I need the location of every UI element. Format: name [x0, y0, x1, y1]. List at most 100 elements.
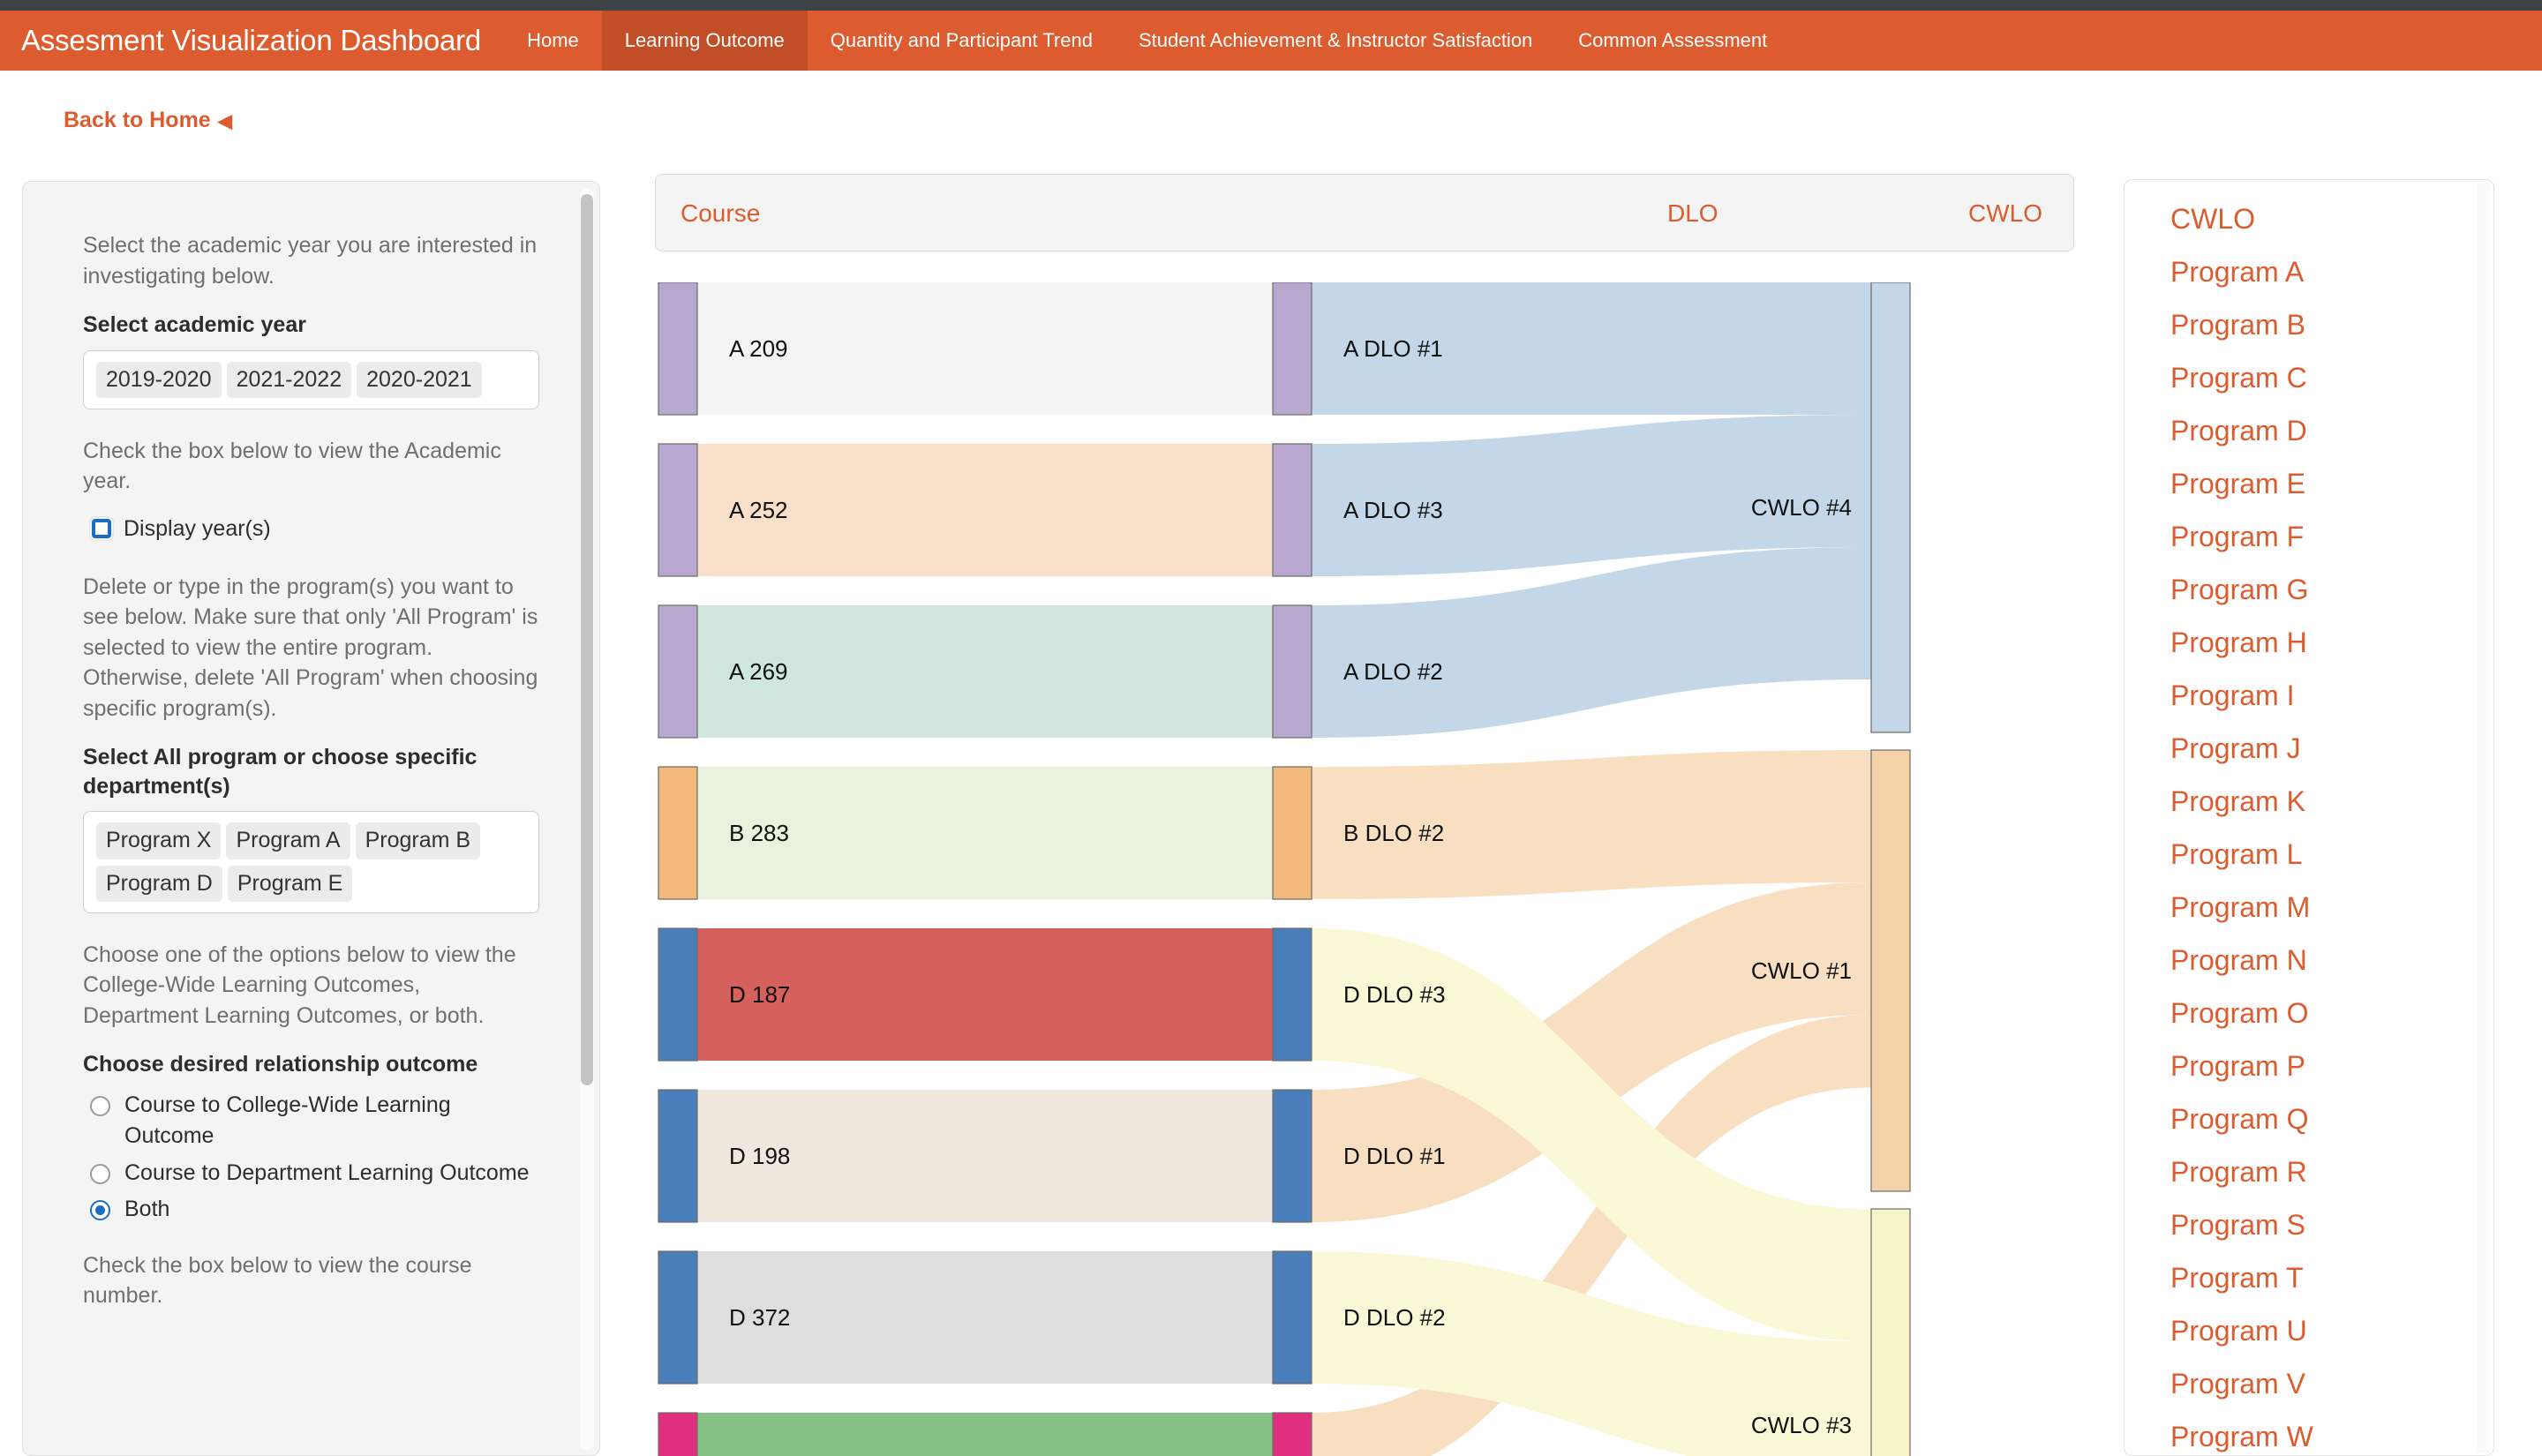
legend-item-cwlo[interactable]: CWLO: [2170, 205, 2493, 233]
sankey-diagram[interactable]: A 209A 252A 269B 283D 187D 198D 372E 389…: [655, 282, 2076, 1456]
radio-label-both: Both: [124, 1197, 170, 1222]
checkbox-icon[interactable]: [89, 516, 114, 542]
year-tag[interactable]: 2021-2022: [226, 361, 352, 398]
course-node[interactable]: [658, 927, 698, 1062]
course-label: D 372: [729, 1304, 790, 1331]
course-node[interactable]: [658, 1250, 698, 1385]
radio-icon[interactable]: [90, 1095, 110, 1116]
radio-option-course-to-cwlo[interactable]: Course to College-Wide Learning Outcome: [90, 1090, 539, 1152]
legend-item-program-v[interactable]: Program V: [2170, 1370, 2493, 1398]
legend-item-program-u[interactable]: Program U: [2170, 1317, 2493, 1345]
legend-scrollbar-track[interactable]: [2478, 184, 2490, 1453]
sankey-link-course-to-dlo[interactable]: [697, 1412, 1273, 1456]
legend-item-program-f[interactable]: Program F: [2170, 522, 2493, 551]
course-label: A 252: [729, 497, 788, 523]
cwlo-node[interactable]: [1870, 749, 1911, 1192]
legend-item-program-d[interactable]: Program D: [2170, 417, 2493, 445]
dlo-node[interactable]: [1272, 927, 1312, 1062]
cwlo-label: CWLO #4: [1751, 494, 1852, 521]
display-year-help-text: Check the box below to view the Academic…: [83, 438, 501, 494]
controls-sidebar: Select the academic year you are interes…: [22, 181, 600, 1456]
dlo-node[interactable]: [1272, 604, 1312, 739]
program-tag[interactable]: Program B: [355, 822, 481, 859]
academic-year-tag-input[interactable]: 2019-2020 2021-2022 2020-2021: [83, 349, 539, 409]
radio-option-both[interactable]: Both: [90, 1194, 539, 1226]
dlo-node[interactable]: [1272, 1412, 1312, 1456]
dlo-node[interactable]: [1272, 766, 1312, 900]
program-tag[interactable]: Program E: [227, 865, 353, 902]
course-label: D 187: [729, 981, 790, 1008]
nav-item-learning-outcome[interactable]: Learning Outcome: [601, 11, 808, 71]
year-tag[interactable]: 2020-2021: [357, 361, 482, 398]
dlo-node[interactable]: [1272, 1250, 1312, 1385]
course-label: D 198: [729, 1143, 790, 1169]
program-tag[interactable]: Program D: [96, 865, 222, 902]
course-label: A 269: [729, 658, 788, 685]
course-node[interactable]: [658, 1412, 698, 1456]
legend-item-program-i[interactable]: Program I: [2170, 681, 2493, 709]
display-year-checkbox-row[interactable]: Display year(s): [89, 516, 539, 542]
legend-item-program-a[interactable]: Program A: [2170, 258, 2493, 286]
legend-item-program-h[interactable]: Program H: [2170, 628, 2493, 657]
dlo-label: D DLO #1: [1343, 1143, 1446, 1169]
dlo-label: A DLO #2: [1343, 658, 1443, 685]
app-brand-title: Assesment Visualization Dashboard: [21, 24, 482, 56]
nav-item-common-assessment[interactable]: Common Assessment: [1555, 11, 1790, 71]
course-node[interactable]: [658, 604, 698, 739]
legend-item-program-w[interactable]: Program W: [2170, 1422, 2493, 1451]
course-node[interactable]: [658, 282, 698, 416]
course-label: A 209: [729, 335, 788, 362]
legend-item-program-t[interactable]: Program T: [2170, 1264, 2493, 1292]
sidebar-scrollbar-thumb[interactable]: [581, 194, 593, 1085]
sankey-link-dlo-to-cwlo[interactable]: [1312, 547, 1871, 738]
legend-item-program-m[interactable]: Program M: [2170, 893, 2493, 921]
dlo-label: D DLO #3: [1343, 981, 1446, 1008]
caret-left-icon: ◀: [217, 111, 232, 131]
legend-item-program-c[interactable]: Program C: [2170, 364, 2493, 392]
back-to-home-link[interactable]: Back to Home ◀: [64, 108, 232, 133]
dlo-node[interactable]: [1272, 1089, 1312, 1223]
program-select-label: Select All program or choose specific de…: [83, 745, 478, 799]
legend-item-program-k[interactable]: Program K: [2170, 787, 2493, 815]
legend-item-program-l[interactable]: Program L: [2170, 840, 2493, 868]
legend-item-program-e[interactable]: Program E: [2170, 469, 2493, 498]
nav-item-quantity-participant-trend[interactable]: Quantity and Participant Trend: [808, 11, 1116, 71]
legend-item-program-n[interactable]: Program N: [2170, 946, 2493, 974]
course-number-help-text: Check the box below to view the course n…: [83, 1252, 472, 1309]
dlo-label: A DLO #3: [1343, 497, 1443, 523]
legend-item-program-p[interactable]: Program P: [2170, 1052, 2493, 1080]
dlo-node[interactable]: [1272, 443, 1312, 577]
radio-icon-selected[interactable]: [90, 1200, 110, 1221]
legend-list: CWLO Program A Program B Program C Program D…: [2125, 180, 2493, 1451]
course-node[interactable]: [658, 766, 698, 900]
nav-item-home[interactable]: Home: [504, 11, 602, 71]
legend-item-program-r[interactable]: Program R: [2170, 1158, 2493, 1186]
nav-item-student-achievement[interactable]: Student Achievement & Instructor Satisfa…: [1116, 11, 1555, 71]
cwlo-node[interactable]: [1870, 1208, 1911, 1456]
radio-icon[interactable]: [90, 1163, 110, 1184]
program-tag-input[interactable]: Program X Program A Program B Program D …: [83, 811, 539, 913]
legend-item-program-q[interactable]: Program Q: [2170, 1105, 2493, 1133]
cwlo-node[interactable]: [1870, 282, 1911, 733]
legend-item-program-b[interactable]: Program B: [2170, 311, 2493, 339]
course-node[interactable]: [658, 1089, 698, 1223]
dlo-label: A DLO #1: [1343, 335, 1443, 362]
program-tag[interactable]: Program A: [226, 822, 350, 859]
year-tag[interactable]: 2019-2020: [96, 361, 222, 398]
program-help-text: Delete or type in the program(s) you wan…: [83, 574, 538, 721]
radio-option-course-to-dlo[interactable]: Course to Department Learning Outcome: [90, 1158, 539, 1190]
program-tag[interactable]: Program X: [96, 822, 222, 859]
sankey-header-dlo: DLO: [1667, 199, 1718, 227]
radio-label-course-to-dlo: Course to Department Learning Outcome: [124, 1160, 530, 1185]
dlo-label: B DLO #2: [1343, 820, 1444, 846]
course-node[interactable]: [658, 443, 698, 577]
legend-item-program-s[interactable]: Program S: [2170, 1211, 2493, 1239]
legend-item-program-o[interactable]: Program O: [2170, 999, 2493, 1027]
sankey-header-course: Course: [681, 199, 761, 227]
main-navbar: Assesment Visualization Dashboard Home L…: [0, 11, 2542, 71]
legend-item-program-g[interactable]: Program G: [2170, 575, 2493, 604]
legend-item-program-j[interactable]: Program J: [2170, 734, 2493, 762]
cwlo-label: CWLO #3: [1751, 1412, 1852, 1438]
cwlo-program-legend-panel: CWLO Program A Program B Program C Program D…: [2124, 179, 2494, 1456]
dlo-node[interactable]: [1272, 282, 1312, 416]
